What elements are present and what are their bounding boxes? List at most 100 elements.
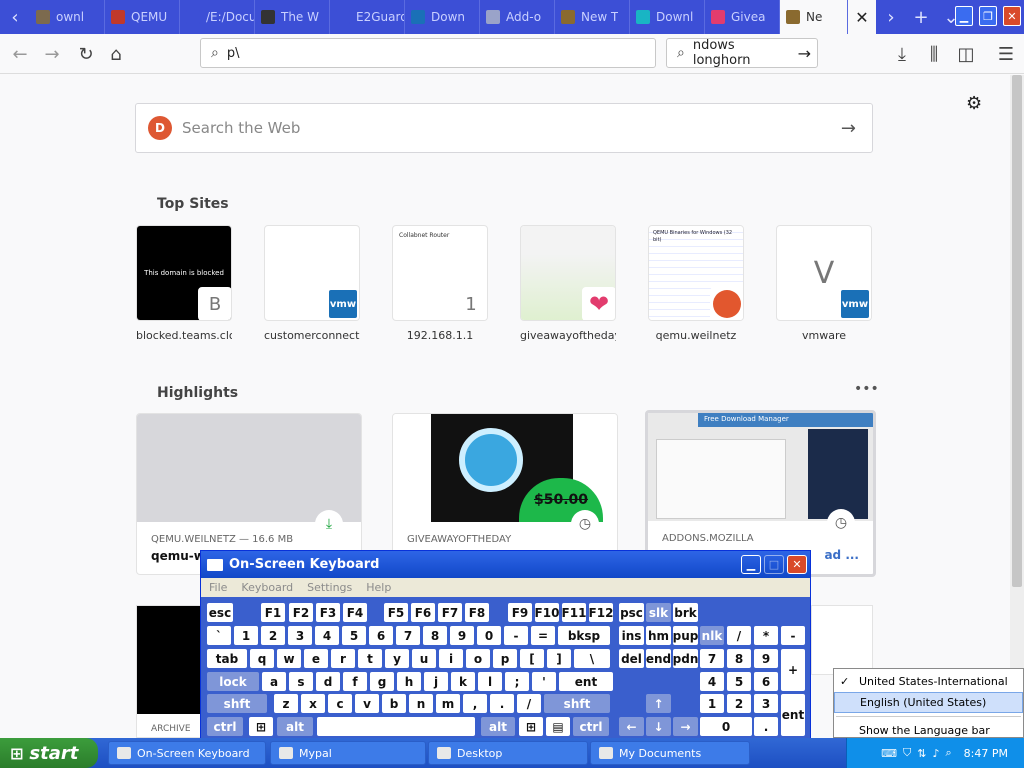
osk-key[interactable]: ctrl [573,717,609,736]
osk-key[interactable]: 3 [288,626,312,645]
home-button[interactable]: ⌂ [102,40,130,68]
osk-minimize-button[interactable]: ▁ [741,555,761,574]
osk-key[interactable]: ← [619,717,644,736]
new-tab-button[interactable]: + [906,0,936,34]
osk-key[interactable]: 5 [727,672,751,691]
start-button[interactable]: ⊞ start [0,738,98,768]
osk-key[interactable]: 6 [754,672,778,691]
osk-key[interactable]: F7 [438,603,462,622]
top-site-tile[interactable]: QEMU Binaries for Windows (32 bit) qemu.w… [648,225,744,342]
osk-key[interactable]: esc [207,603,233,622]
browser-tab[interactable]: /E:/Docum [180,0,255,34]
osk-key[interactable]: c [328,694,352,713]
taskbar-button[interactable]: On-Screen Keyboard [108,741,266,765]
osk-key[interactable]: 8 [727,649,751,668]
osk-key[interactable]: v [355,694,379,713]
osk-key[interactable]: 0 [477,626,501,645]
web-search-box[interactable]: D Search the Web → [135,103,873,153]
browser-tab[interactable]: Givea [705,0,780,34]
osk-key[interactable]: slk [646,603,671,622]
forward-button[interactable]: → [38,40,66,68]
search-tray-icon[interactable]: ⌕ [946,746,952,760]
osk-key[interactable]: n [409,694,433,713]
osk-key[interactable]: F4 [343,603,367,622]
osk-key[interactable]: pup [673,626,698,645]
osk-key[interactable]: a [262,672,286,691]
scrollbar-thumb[interactable] [1012,75,1022,587]
osk-key[interactable]: q [250,649,274,668]
osk-key[interactable]: tab [207,649,247,668]
browser-tab[interactable]: Downl [630,0,705,34]
osk-key[interactable]: ` [207,626,231,645]
osk-key[interactable]: * [754,626,778,645]
osk-key[interactable]: shft [207,694,267,713]
osk-key[interactable]: end [646,649,671,668]
osk-key[interactable]: z [274,694,298,713]
osk-key[interactable]: i [439,649,463,668]
close-window-button[interactable]: ✕ [1003,6,1021,26]
osk-key[interactable]: / [727,626,751,645]
osk-key[interactable]: F12 [589,603,613,622]
osk-key[interactable]: t [358,649,382,668]
osk-key[interactable]: brk [673,603,698,622]
taskbar-button[interactable]: My Documents [590,741,750,765]
osk-key[interactable]: 1 [700,694,724,713]
search-input[interactable]: ndows longhorn [693,38,790,68]
osk-key[interactable]: = [531,626,555,645]
osk-key[interactable]: 9 [450,626,474,645]
osk-key[interactable]: . [754,717,778,736]
shield-icon[interactable]: ⛉ [903,746,911,760]
lang-item-english-us[interactable]: English (United States) [834,692,1023,713]
osk-key[interactable]: del [619,649,644,668]
osk-menu-file[interactable]: File [209,581,227,594]
osk-key[interactable]: hm [646,626,671,645]
back-button[interactable]: ← [6,40,34,68]
osk-key[interactable]: F10 [535,603,559,622]
top-site-tile[interactable]: ❤ giveawayoftheday [520,225,616,342]
browser-tab[interactable]: Ne [780,0,848,34]
restore-window-button[interactable]: ❐ [979,6,997,26]
osk-menu-settings[interactable]: Settings [307,581,352,594]
archive-card[interactable]: ARCHIVE [136,605,202,738]
osk-key[interactable]: k [451,672,475,691]
menu-icon[interactable]: ☰ [992,40,1020,68]
osk-key[interactable]: h [397,672,421,691]
top-site-tile[interactable]: vmw customerconnect.... [264,225,360,342]
browser-tab[interactable]: Down [405,0,480,34]
osk-key[interactable]: F11 [562,603,586,622]
network-icon[interactable]: ⇅ [917,747,926,760]
osk-key[interactable]: . [490,694,514,713]
osk-key[interactable]: p [493,649,517,668]
osk-key[interactable]: 4 [315,626,339,645]
osk-key[interactable]: 9 [754,649,778,668]
osk-key[interactable]: → [673,717,698,736]
clock[interactable]: 8:47 PM [964,747,1008,760]
osk-key[interactable]: 4 [700,672,724,691]
osk-key[interactable]: pdn [673,649,698,668]
url-input[interactable]: p\ [227,46,240,61]
osk-key[interactable]: e [304,649,328,668]
osk-key[interactable]: ▤ [546,717,570,736]
osk-spacebar[interactable] [317,717,475,736]
browser-tab[interactable]: E2Guardian [330,0,405,34]
browser-tab[interactable]: ownl [30,0,105,34]
osk-key[interactable]: / [517,694,541,713]
osk-key[interactable]: b [382,694,406,713]
downloads-icon[interactable]: ⤓ [888,40,916,68]
osk-key[interactable]: 5 [342,626,366,645]
osk-key[interactable]: alt [481,717,515,736]
osk-key[interactable]: 7 [700,649,724,668]
sidebar-icon[interactable]: ◫ [952,40,980,68]
osk-key[interactable]: alt [277,717,313,736]
reload-button[interactable]: ↻ [72,40,100,68]
osk-titlebar[interactable]: On-Screen Keyboard [201,551,810,578]
osk-key[interactable]: 6 [369,626,393,645]
scroll-tabs-left-button[interactable]: ‹ [0,0,30,34]
osk-key[interactable]: ↓ [646,717,671,736]
osk-key[interactable]: F3 [316,603,340,622]
osk-key[interactable]: 3 [754,694,778,713]
osk-key[interactable]: F1 [261,603,285,622]
osk-key[interactable]: - [504,626,528,645]
taskbar-button[interactable]: Mypal [270,741,426,765]
search-bar[interactable]: ⌕ ndows longhorn → [666,38,818,68]
